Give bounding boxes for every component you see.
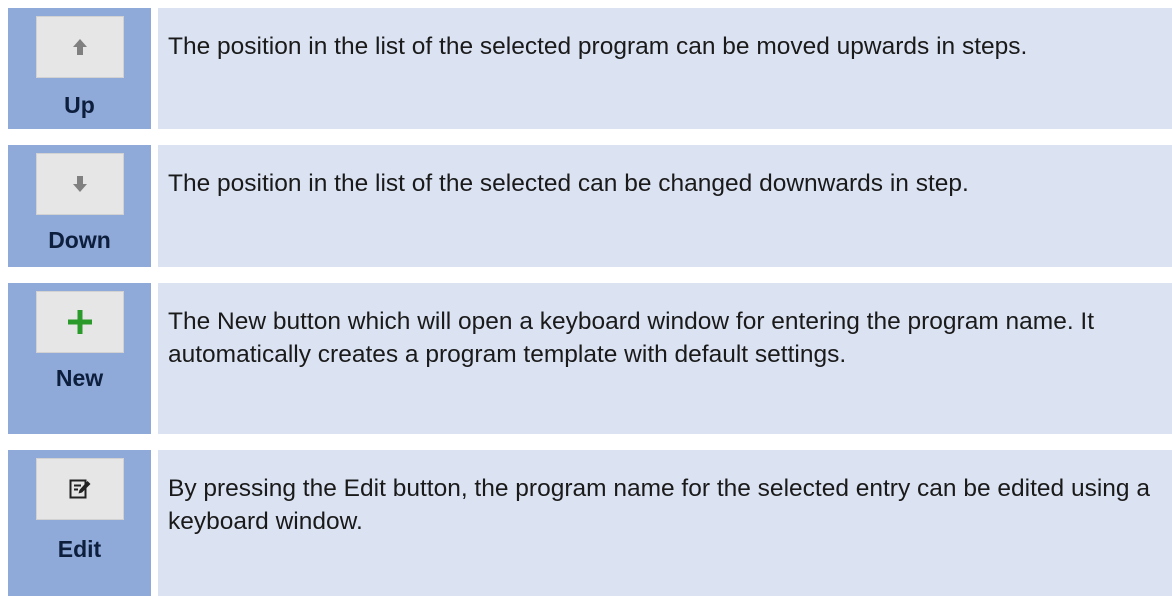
- description-cell-edit: By pressing the Edit button, the program…: [158, 450, 1172, 596]
- icon-cell-down: Down: [8, 145, 151, 267]
- description-up: The position in the list of the selected…: [168, 33, 1028, 60]
- button-reference-table: Up The position in the list of the selec…: [0, 0, 1172, 596]
- icon-cell-edit: Edit: [8, 450, 151, 596]
- new-button[interactable]: [36, 291, 124, 353]
- edit-icon: [69, 479, 91, 499]
- down-button[interactable]: [36, 153, 124, 215]
- description-edit: By pressing the Edit button, the program…: [168, 475, 1150, 535]
- table-row-new: New The New button which will open a key…: [8, 283, 1172, 434]
- up-button[interactable]: [36, 16, 124, 78]
- icon-cell-new: New: [8, 283, 151, 434]
- plus-icon: [68, 310, 92, 334]
- edit-button-label: Edit: [57, 536, 102, 562]
- edit-button[interactable]: [36, 458, 124, 520]
- icon-cell-up: Up: [8, 8, 151, 129]
- description-cell-up: The position in the list of the selected…: [158, 8, 1172, 129]
- arrow-down-icon: [73, 176, 87, 192]
- up-button-label: Up: [64, 92, 95, 118]
- arrow-up-icon: [73, 39, 87, 55]
- table-row-down: Down The position in the list of the sel…: [8, 145, 1172, 267]
- description-down: The position in the list of the selected…: [168, 170, 969, 197]
- table-row-edit: Edit By pressing the Edit button, the pr…: [8, 450, 1172, 596]
- new-button-label: New: [55, 365, 104, 391]
- down-button-label: Down: [48, 227, 111, 253]
- description-cell-new: The New button which will open a keyboar…: [158, 283, 1172, 434]
- description-new: The New button which will open a keyboar…: [168, 308, 1095, 368]
- table-row-up: Up The position in the list of the selec…: [8, 8, 1172, 129]
- description-cell-down: The position in the list of the selected…: [158, 145, 1172, 267]
